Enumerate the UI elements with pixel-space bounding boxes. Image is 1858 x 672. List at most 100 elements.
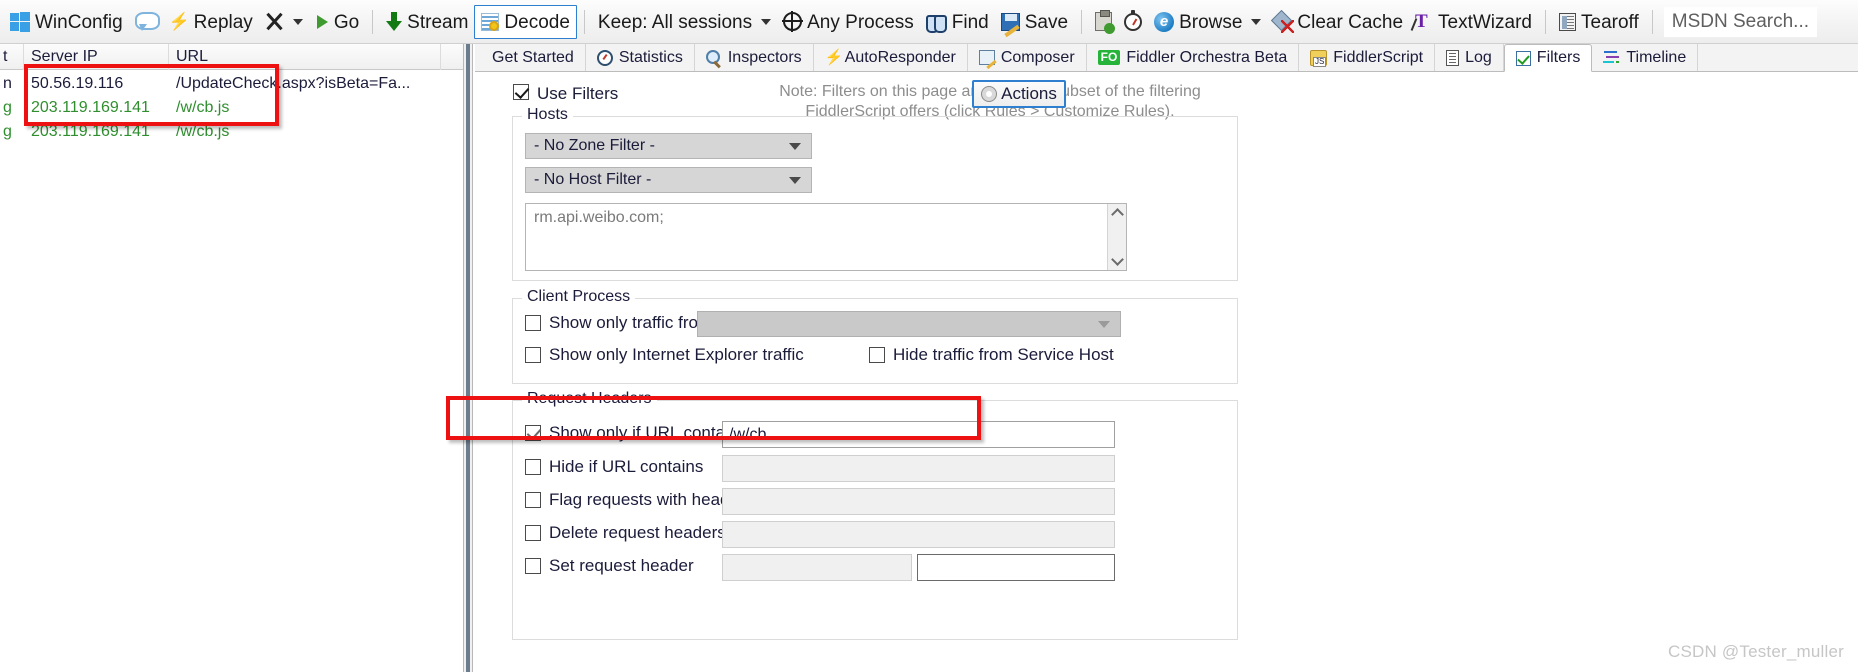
set-request-header-row[interactable]: Set request header [525, 556, 694, 576]
flag-requests-with-headers-input[interactable] [722, 488, 1115, 515]
zone-filter-dropdown[interactable]: - No Zone Filter - [525, 133, 812, 159]
toolbar-save-button[interactable]: Save [995, 5, 1074, 39]
actions-button[interactable]: Actions [972, 80, 1066, 108]
tab-statistics[interactable]: Statistics [585, 44, 695, 71]
tab-log[interactable]: Log [1435, 44, 1504, 71]
toolbar-winconfig-button[interactable]: WinConfig [4, 5, 129, 39]
hide-service-host-row[interactable]: Hide traffic from Service Host [869, 345, 1114, 365]
tab-inspectors[interactable]: Inspectors [694, 44, 814, 71]
toolbar-comment-button[interactable] [129, 5, 163, 39]
scroll-down-icon[interactable] [1108, 253, 1126, 270]
toolbar-go-button[interactable]: Go [309, 5, 365, 39]
tab-fiddlerscript[interactable]: FiddlerScript [1299, 44, 1436, 71]
set-request-header-name-input[interactable] [722, 554, 912, 581]
toolbar-screenshot-button[interactable] [1089, 5, 1118, 39]
tab-label: Filters [1536, 49, 1581, 66]
chevron-down-icon [789, 177, 801, 184]
tab-label: Statistics [618, 48, 683, 66]
session-column-header-extra[interactable] [441, 44, 463, 70]
toolbar-keep-sessions-dropdown[interactable]: Keep: All sessions [592, 5, 777, 39]
show-only-ie-traffic-checkbox[interactable] [525, 347, 541, 363]
session-column-header-url[interactable]: URL [169, 43, 441, 70]
toolbar-separator [1081, 9, 1083, 34]
toolbar-replay-button[interactable]: ⚡ Replay [163, 5, 259, 39]
hide-if-url-contains-label: Hide if URL contains [549, 457, 704, 476]
delete-request-headers-row[interactable]: Delete request headers [525, 523, 726, 543]
tab-autoresponder[interactable]: ⚡ AutoResponder [813, 44, 968, 71]
scroll-up-icon[interactable] [1108, 204, 1126, 221]
toolbar-find-button[interactable]: Find [920, 5, 995, 39]
client-process-group-title: Client Process [522, 288, 636, 306]
toolbar-clear-cache-label: Clear Cache [1297, 12, 1404, 33]
tab-timeline[interactable]: Timeline [1592, 44, 1699, 71]
show-only-url-contains-row[interactable]: Show only if URL contains [525, 423, 747, 443]
log-icon [1446, 49, 1460, 66]
hide-service-host-label: Hide traffic from Service Host [893, 345, 1114, 364]
toolbar-decode-button[interactable]: Decode [474, 4, 577, 39]
panel-splitter[interactable] [463, 44, 473, 672]
show-only-url-contains-input[interactable]: /w/cb [722, 421, 1115, 448]
request-headers-group: Request Headers Show only if URL contain… [512, 390, 1238, 640]
stream-arrow-icon [386, 11, 403, 32]
flag-requests-with-headers-checkbox[interactable] [525, 492, 541, 508]
toolbar-browse-button[interactable]: e Browse [1148, 5, 1267, 39]
table-row[interactable]: g 203.119.169.141 /w/cb.js [0, 120, 463, 144]
use-filters-label: Use Filters [537, 84, 619, 103]
toolbar-stream-label: Stream [407, 12, 469, 33]
use-filters-row[interactable]: Use Filters [513, 84, 618, 104]
toolbar-tearoff-button[interactable]: Tearoff [1553, 5, 1645, 39]
tab-filters[interactable]: Filters [1503, 44, 1593, 72]
set-request-header-checkbox[interactable] [525, 558, 541, 574]
toolbar-clear-cache-button[interactable]: Clear Cache [1267, 5, 1409, 39]
hide-service-host-checkbox[interactable] [869, 347, 885, 363]
request-headers-group-title: Request Headers [522, 390, 657, 408]
chevron-down-icon[interactable] [761, 18, 772, 25]
toolbar-any-process-button[interactable]: Any Process [777, 5, 920, 39]
tab-label: Get Started [492, 48, 574, 66]
host-filter-value: - No Host Filter - [534, 171, 652, 188]
delete-request-headers-input[interactable] [722, 521, 1115, 548]
hosts-scrollbar[interactable] [1107, 204, 1126, 270]
stopwatch-icon [1124, 9, 1143, 31]
table-row[interactable]: n 50.56.19.116 /UpdateCheck.aspx?isBeta=… [0, 72, 463, 96]
flag-requests-with-headers-row[interactable]: Flag requests with headers [525, 490, 753, 510]
toolbar-textwizard-button[interactable]: T TextWizard [1409, 5, 1538, 39]
set-request-header-value-input[interactable] [917, 554, 1115, 581]
chevron-down-icon[interactable] [292, 18, 303, 25]
session-row-server-ip: 203.119.169.141 [31, 99, 150, 116]
session-row-url: /w/cb.js [176, 99, 230, 116]
msdn-search-input[interactable]: MSDN Search... [1663, 6, 1818, 37]
session-row-server-ip: 203.119.169.141 [31, 123, 150, 140]
toolbar-tearoff-label: Tearoff [1581, 12, 1639, 33]
chevron-down-icon[interactable] [1251, 18, 1262, 25]
replay-icon: ⚡ [168, 11, 190, 31]
show-only-ie-traffic-row[interactable]: Show only Internet Explorer traffic [525, 345, 804, 365]
show-only-url-contains-checkbox[interactable] [525, 425, 541, 441]
toolbar-remove-button[interactable] [259, 5, 309, 39]
hosts-group: Hosts - No Zone Filter - - No Host Filte… [512, 106, 1238, 281]
play-go-icon [315, 14, 329, 30]
host-list-textarea[interactable]: rm.api.weibo.com; [525, 203, 1127, 271]
toolbar-decode-label: Decode [504, 12, 570, 33]
use-filters-checkbox[interactable] [513, 84, 529, 100]
toolbar-timer-button[interactable] [1118, 5, 1148, 39]
client-process-dropdown[interactable] [697, 311, 1121, 337]
session-column-header-server-ip[interactable]: Server IP [24, 43, 169, 70]
session-row-server-ip: 50.56.19.116 [31, 75, 124, 92]
hide-if-url-contains-input[interactable] [722, 455, 1115, 482]
toolbar-stream-button[interactable]: Stream [380, 5, 474, 39]
host-filter-dropdown[interactable]: - No Host Filter - [525, 167, 812, 193]
tab-label: Composer [1000, 48, 1075, 66]
table-row[interactable]: g 203.119.169.141 /w/cb.js [0, 96, 463, 120]
show-only-traffic-from-checkbox[interactable] [525, 315, 541, 331]
show-only-ie-traffic-label: Show only Internet Explorer traffic [549, 345, 804, 364]
hide-if-url-contains-row[interactable]: Hide if URL contains [525, 457, 703, 477]
delete-request-headers-checkbox[interactable] [525, 525, 541, 541]
show-only-traffic-from-row[interactable]: Show only traffic from [525, 313, 712, 333]
toolbar-replay-label: Replay [193, 12, 253, 33]
session-column-header-flag[interactable]: t [0, 43, 24, 70]
tab-fiddler-orchestra-beta[interactable]: FO Fiddler Orchestra Beta [1086, 44, 1300, 71]
tab-get-started[interactable]: Get Started [481, 44, 586, 71]
hide-if-url-contains-checkbox[interactable] [525, 459, 541, 475]
tab-composer[interactable]: Composer [967, 44, 1087, 71]
